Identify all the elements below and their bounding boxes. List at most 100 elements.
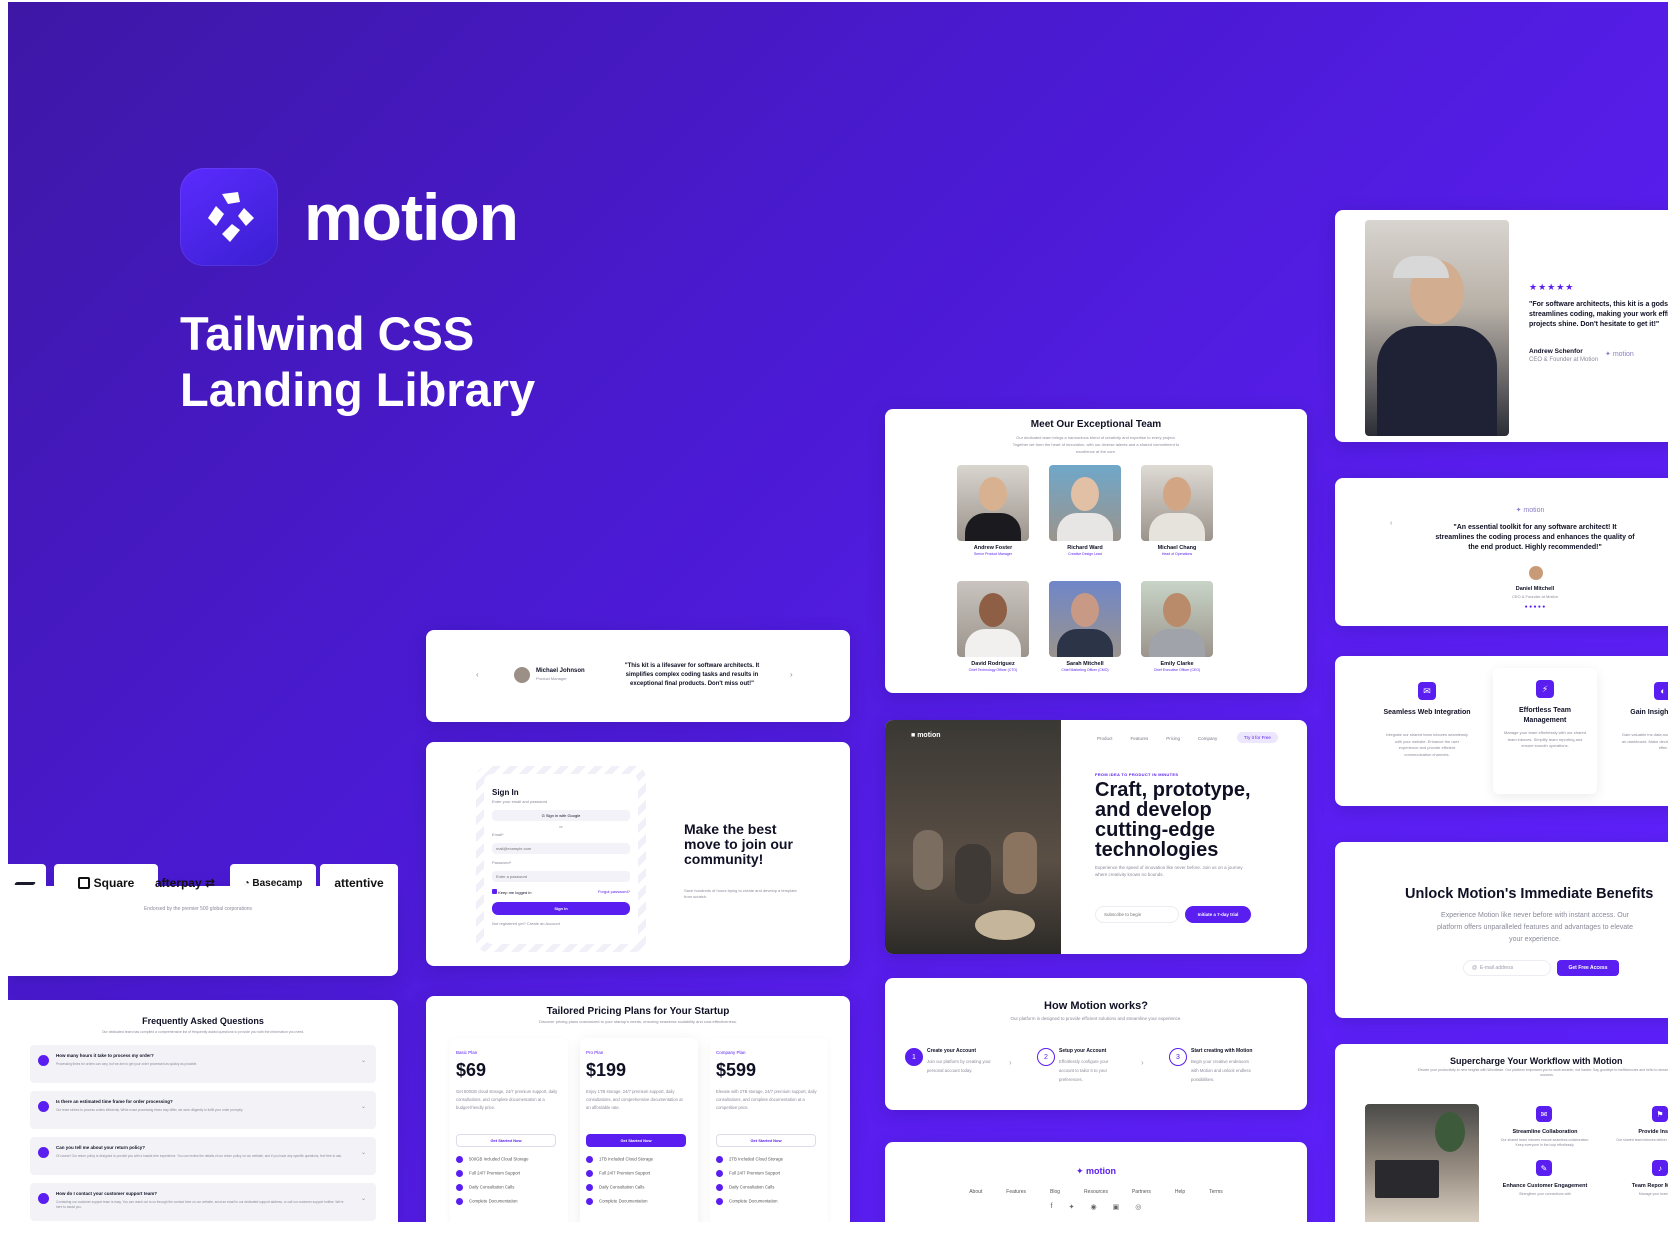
subscribe-input[interactable]	[1095, 906, 1179, 923]
email-field[interactable]	[492, 843, 630, 854]
hero-nav-link[interactable]: Features	[1131, 736, 1149, 741]
footer-link[interactable]: Resources	[1084, 1189, 1108, 1195]
step-title: Start creating with Motion	[1191, 1048, 1253, 1054]
chevron-down-icon[interactable]: ⌄	[361, 1103, 366, 1110]
chevron-down-icon[interactable]: ⌄	[361, 1195, 366, 1202]
chevron-down-icon[interactable]: ⌄	[361, 1057, 366, 1064]
hero-eyebrow: FROM IDEA TO PRODUCT IN MINUTES	[1095, 772, 1179, 777]
step-number: 2	[1037, 1048, 1055, 1066]
team-member-name: David Rodriguez	[971, 661, 1015, 667]
carousel-dots[interactable]: ● ● ● ● ●	[1435, 604, 1635, 610]
hero-title-line1: Tailwind CSS	[180, 307, 475, 360]
rating-stars: ★★★★★	[1529, 282, 1575, 292]
plan-name: Pro Plan	[586, 1050, 604, 1055]
footer-link[interactable]: Terms	[1209, 1189, 1223, 1195]
testimonial-row-author: Michael Johnson	[536, 668, 585, 674]
benefits-title: Unlock Motion's Immediate Benefits	[1405, 886, 1654, 902]
carousel-prev-icon[interactable]: ‹	[476, 670, 479, 679]
avatar	[1529, 566, 1543, 580]
workflow-item-desc: Manage your team manually	[1638, 1192, 1668, 1196]
faq-question: Is there an estimated time frame for ord…	[56, 1099, 173, 1104]
google-signin-button[interactable]: G Sign in with Google	[492, 810, 630, 821]
password-field[interactable]	[492, 871, 630, 882]
feature-desc: Gain valuable ins data analytics fo thro…	[1621, 732, 1668, 750]
twitter-icon[interactable]: ✦	[1069, 1203, 1075, 1211]
check-icon	[716, 1198, 723, 1205]
facebook-icon[interactable]: f	[1051, 1203, 1053, 1211]
create-account-link[interactable]: Not registered yet? Create an Account	[492, 921, 630, 926]
hero-nav-link[interactable]: Product	[1097, 736, 1113, 741]
try-free-button[interactable]: Try it for Free	[1237, 732, 1278, 743]
get-started-button[interactable]: Get Started Now	[716, 1134, 816, 1147]
trial-button[interactable]: Initiate a 7-day trial	[1185, 906, 1251, 923]
feature-desc: Manage your team effortlessly with our s…	[1504, 730, 1586, 748]
carousel-next-icon[interactable]: ›	[790, 670, 793, 679]
github-icon[interactable]: ◉	[1090, 1203, 1096, 1211]
check-icon	[716, 1170, 723, 1177]
forgot-password-link[interactable]: Forgot password?	[598, 889, 630, 895]
plan-feature: Complete Documentation	[456, 1198, 518, 1205]
check-icon	[586, 1170, 593, 1177]
footer-logo: ✦ motion	[1075, 1166, 1117, 1176]
footer-link[interactable]: Features	[1006, 1189, 1026, 1195]
team-member-role: Head of Operations	[1161, 552, 1193, 556]
workflow-title: Supercharge Your Workflow with Motion	[1450, 1056, 1623, 1066]
check-icon	[586, 1198, 593, 1205]
benefits-email-input[interactable]: @ E-mail address	[1463, 960, 1551, 976]
check-icon	[716, 1184, 723, 1191]
feature-item: ✉ Seamless Web Integration Integrate our s…	[1375, 670, 1479, 796]
team-member-photo	[957, 581, 1029, 657]
get-free-access-button[interactable]: Get Free Access	[1557, 960, 1619, 976]
question-icon	[38, 1101, 49, 1112]
partner-logo-attentive: attentive	[320, 864, 398, 902]
linkedin-icon[interactable]: ▣	[1113, 1203, 1120, 1211]
get-started-button[interactable]: Get Started Now	[586, 1134, 686, 1147]
faq-item[interactable]: How many hours it take to process my ord…	[30, 1045, 376, 1083]
plan-feature: Daily Consultation Calls	[716, 1184, 774, 1191]
plan-price: $599	[716, 1060, 757, 1080]
workflow-item-title: Enhance Customer Engagement	[1502, 1183, 1588, 1189]
signin-headline: Make the best move to join our community…	[684, 821, 793, 867]
signin-button[interactable]: Sign in	[492, 902, 630, 915]
workflow-item-title: Streamline Collaboration	[1512, 1129, 1578, 1135]
footer-link[interactable]: About	[969, 1189, 982, 1195]
benefits-card: Unlock Motion's Immediate Benefits Exper…	[1335, 842, 1668, 1018]
hero-title-line2: Landing Library	[180, 363, 536, 416]
carousel-prev-icon[interactable]: ‹	[1390, 520, 1392, 527]
footer-link[interactable]: Partners	[1132, 1189, 1151, 1195]
faq-item[interactable]: Can you tell me about your return policy…	[30, 1137, 376, 1175]
chevron-right-icon: ›	[1141, 1058, 1144, 1067]
step-desc: Join our platform by creating your perso…	[927, 1059, 991, 1073]
hero-nav-link[interactable]: Pricing	[1166, 736, 1180, 741]
hero-landing-card: ■ motion Product Features Pricing Company T…	[885, 720, 1307, 954]
keep-logged-checkbox[interactable]: Keep me logged in	[492, 889, 531, 895]
footer-link[interactable]: Blog	[1050, 1189, 1060, 1195]
faq-question: Can you tell me about your return policy…	[56, 1145, 146, 1150]
or-divider: or	[559, 824, 563, 829]
testimonial-quote: "For software architects, this kit is a …	[1529, 301, 1668, 328]
brand: motion	[180, 168, 519, 266]
workflow-icon: ♪	[1652, 1160, 1668, 1176]
step-desc: Effortlessly configure your account to t…	[1059, 1059, 1109, 1082]
chevron-down-icon[interactable]: ⌄	[361, 1149, 366, 1156]
hero-nav-link[interactable]: Company	[1198, 736, 1217, 741]
footer-link[interactable]: Help	[1175, 1189, 1185, 1195]
signin-title: Sign In	[492, 788, 519, 797]
signin-headline-sub: Save hundreds of hours trying to create …	[684, 888, 797, 899]
how-subtitle: Our platform is designed to provide effi…	[1010, 1016, 1182, 1021]
team-subtitle: Our dedicated team brings a harmonious b…	[1012, 435, 1180, 454]
step-number: 1	[905, 1048, 923, 1066]
faq-item[interactable]: Is there an estimated time frame for ord…	[30, 1091, 376, 1129]
workflow-subtitle: Elevate your productivity to new heights…	[1417, 1068, 1668, 1077]
instagram-icon[interactable]: ◎	[1135, 1203, 1141, 1211]
faq-item[interactable]: How do I contact your customer support t…	[30, 1183, 376, 1221]
plan-desc: Elevate with 2TB storage, 24/7 premium s…	[716, 1089, 817, 1110]
faq-list: How many hours it take to process my ord…	[8, 1045, 398, 1221]
workflow-icon: ⚑	[1652, 1106, 1668, 1122]
workflow-item-desc: Strengthen your connections with	[1519, 1192, 1571, 1196]
pricing-title: Tailored Pricing Plans for Your Startup	[546, 1006, 730, 1017]
get-started-button[interactable]: Get Started Now	[456, 1134, 556, 1147]
hero-headline: Craft, prototype, and develop cutting-ed…	[1095, 779, 1251, 861]
faq-answer: Processing times for orders can vary, bu…	[56, 1062, 198, 1066]
team-card: Meet Our Exceptional Team Our dedicated …	[885, 409, 1307, 693]
